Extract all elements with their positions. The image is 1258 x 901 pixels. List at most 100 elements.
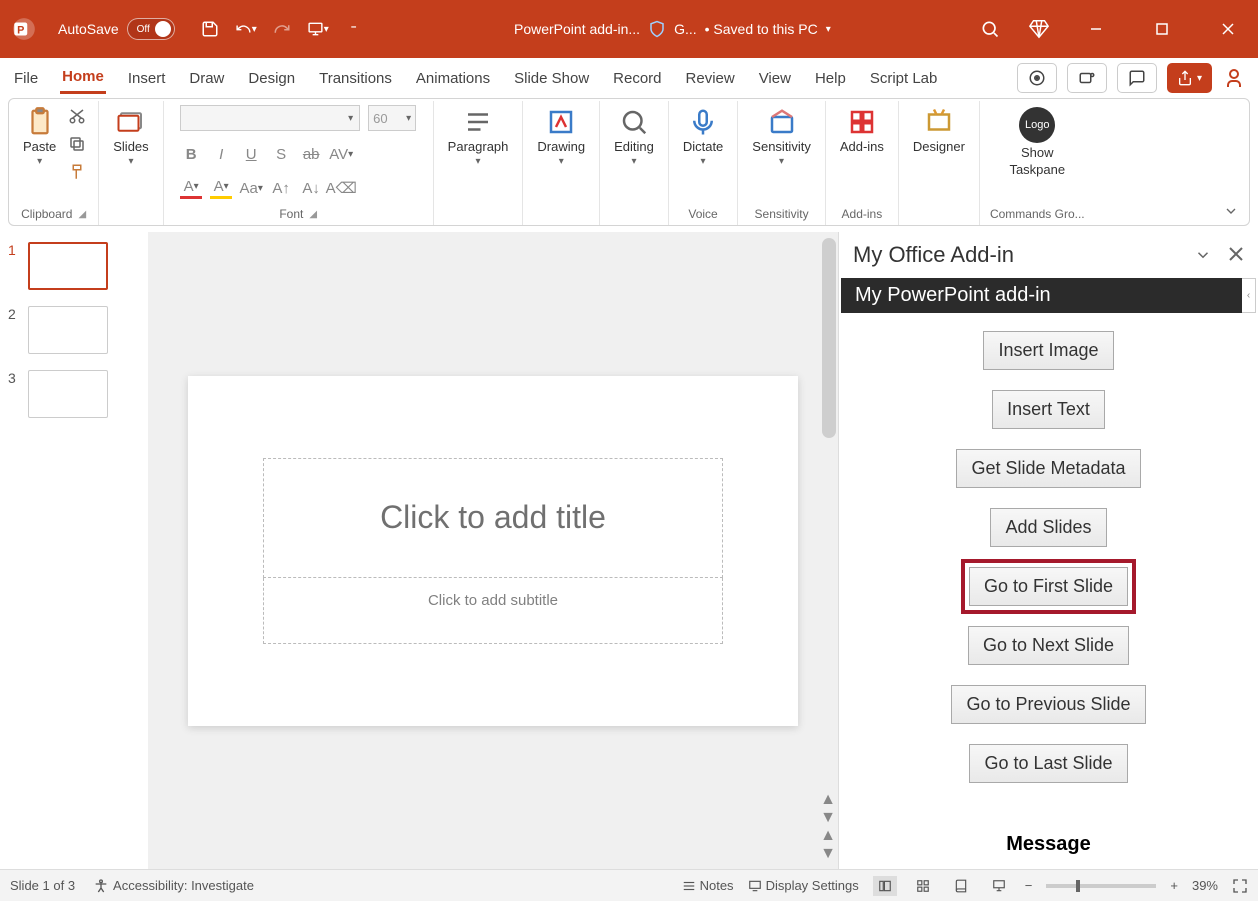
slide-nav-arrows[interactable]: ▲▼▲▼ [820,791,836,863]
grow-font-button[interactable]: A↑ [270,177,292,199]
clear-format-button[interactable]: A⌫ [330,177,352,199]
addins-button[interactable]: Add-ins [836,105,888,156]
slide-thumbnail[interactable]: 1 [8,242,140,290]
search-icon[interactable] [980,19,1002,39]
slideshow-view-icon[interactable] [987,876,1011,896]
addin-button-go-to-previous-slide[interactable]: Go to Previous Slide [951,685,1145,724]
italic-button[interactable]: I [210,143,232,165]
save-icon[interactable] [199,18,221,40]
font-family-combo[interactable]: ▾ [180,105,360,131]
accessibility-status[interactable]: Accessibility: Investigate [93,878,254,894]
slide-thumbnail[interactable]: 3 [8,370,140,418]
designer-button[interactable]: Designer [909,105,969,156]
share-button[interactable]: ▾ [1167,63,1212,93]
taskpane-subtitle-bar: My PowerPoint add-in ‹ [841,278,1242,313]
addin-button-insert-image[interactable]: Insert Image [983,331,1113,370]
comments-button[interactable] [1117,63,1157,93]
save-state: • Saved to this PC [705,21,818,37]
camera-button[interactable] [1017,63,1057,93]
autosave-toggle[interactable]: AutoSave Off [58,18,175,40]
addin-button-insert-text[interactable]: Insert Text [992,390,1105,429]
tab-insert[interactable]: Insert [126,64,168,93]
addin-button-go-to-next-slide[interactable]: Go to Next Slide [968,626,1129,665]
tab-slide-show[interactable]: Slide Show [512,64,591,93]
tab-view[interactable]: View [757,64,793,93]
bold-button[interactable]: B [180,143,202,165]
close-button[interactable] [1208,14,1248,44]
thumbnail-number: 1 [8,242,20,258]
zoom-in-button[interactable]: + [1170,878,1178,893]
commands-group-label: Commands Gro... [990,207,1085,221]
tab-draw[interactable]: Draw [187,64,226,93]
chevron-down-icon[interactable]: ▾ [826,24,831,35]
shrink-font-button[interactable]: A↓ [300,177,322,199]
collapse-ribbon-icon[interactable] [1223,203,1239,219]
addin-button-go-to-last-slide[interactable]: Go to Last Slide [969,744,1127,783]
character-spacing-button[interactable]: AV▾ [330,143,352,165]
dialog-launcher-icon[interactable]: ◢ [78,209,86,220]
show-taskpane-button[interactable]: LogoShowTaskpane [1005,105,1069,179]
tab-design[interactable]: Design [246,64,297,93]
tab-animations[interactable]: Animations [414,64,492,93]
teams-button[interactable] [1067,63,1107,93]
addin-button-add-slides[interactable]: Add Slides [990,508,1106,547]
tab-help[interactable]: Help [813,64,848,93]
diamond-icon[interactable] [1028,18,1050,40]
account-icon[interactable] [1222,66,1246,90]
sorter-view-icon[interactable] [911,876,935,896]
cut-icon[interactable] [66,105,88,127]
reading-view-icon[interactable] [949,876,973,896]
subtitle-placeholder[interactable]: Click to add subtitle [263,578,723,644]
addin-button-go-to-first-slide[interactable]: Go to First Slide [969,567,1128,606]
taskpane-menu-icon[interactable] [1194,246,1212,264]
strike-button[interactable]: ab [300,143,322,165]
tab-review[interactable]: Review [684,64,737,93]
slide-canvas[interactable]: Click to add title Click to add subtitle [188,376,798,726]
display-settings-button[interactable]: Display Settings [748,878,859,893]
zoom-slider[interactable] [1046,884,1156,888]
underline-button[interactable]: U [240,143,262,165]
taskpane-close-icon[interactable] [1228,246,1244,264]
task-pane: My Office Add-in My PowerPoint add-in ‹ … [838,232,1258,869]
font-color-button[interactable]: A▾ [180,177,202,199]
highlight-button[interactable]: A▾ [210,177,232,199]
qat-more-icon[interactable]: ⁼ [343,18,365,40]
addin-button-get-slide-metadata[interactable]: Get Slide Metadata [956,449,1140,488]
notes-button[interactable]: Notes [682,878,734,893]
vertical-scrollbar[interactable] [822,238,836,438]
tab-home[interactable]: Home [60,62,106,94]
undo-icon[interactable]: ▾ [235,18,257,40]
copy-icon[interactable] [66,133,88,155]
title-placeholder[interactable]: Click to add title [263,458,723,578]
slides-button[interactable]: Slides▾ [109,105,152,169]
normal-view-icon[interactable] [873,876,897,896]
paragraph-button[interactable]: Paragraph▾ [444,105,513,169]
fit-to-window-icon[interactable] [1232,878,1248,894]
minimize-button[interactable] [1076,14,1116,44]
dictate-button[interactable]: Dictate▾ [679,105,727,169]
shadow-button[interactable]: S [270,143,292,165]
present-icon[interactable]: ▾ [307,18,329,40]
tab-transitions[interactable]: Transitions [317,64,394,93]
maximize-button[interactable] [1142,14,1182,44]
zoom-out-button[interactable]: − [1025,878,1033,893]
zoom-level[interactable]: 39% [1192,878,1218,893]
addins-group-label: Add-ins [842,207,883,221]
logo-icon: Logo [1019,107,1055,143]
dialog-launcher-icon[interactable]: ◢ [309,209,317,220]
paste-button[interactable]: Paste▾ [19,105,60,169]
drawing-button[interactable]: Drawing▾ [533,105,589,169]
taskpane-collapse-handle[interactable]: ‹ [1242,278,1256,313]
tab-script-lab[interactable]: Script Lab [868,64,940,93]
slide-count[interactable]: Slide 1 of 3 [10,878,75,893]
change-case-button[interactable]: Aa▾ [240,177,262,199]
sensitivity-group-label: Sensitivity [755,207,809,221]
sensitivity-button[interactable]: Sensitivity▾ [748,105,815,169]
font-size-combo[interactable]: 60▾ [368,105,416,131]
tab-file[interactable]: File [12,64,40,93]
format-painter-icon[interactable] [66,161,88,183]
tab-record[interactable]: Record [611,64,663,93]
slide-thumbnail[interactable]: 2 [8,306,140,354]
redo-icon[interactable] [271,18,293,40]
editing-button[interactable]: Editing▾ [610,105,658,169]
